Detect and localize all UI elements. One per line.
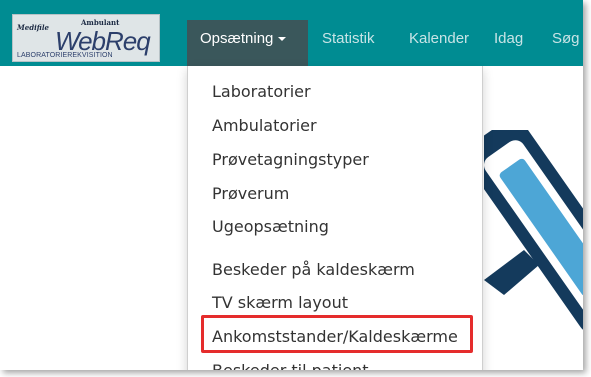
menu-item-beskeder-kaldeskaerm[interactable]: Beskeder på kaldeskærm — [212, 260, 415, 279]
nav-statistik[interactable]: Statistik — [322, 30, 375, 47]
logo-arm-shape — [484, 250, 539, 295]
top-navbar: Medifile Ambulant WebReq LABORATORIEREKV… — [0, 0, 583, 66]
caret-down-icon — [278, 37, 287, 42]
menu-item-laboratorier[interactable]: Laboratorier — [212, 82, 311, 101]
nav-kalender[interactable]: Kalender — [409, 30, 469, 47]
menu-item-proevetagningstyper[interactable]: Prøvetagningstyper — [212, 150, 369, 169]
menu-item-proeverum[interactable]: Prøverum — [212, 184, 289, 203]
menu-item-beskeder-til-patient[interactable]: Beskeder til patient — [212, 361, 369, 370]
nav-soeg[interactable]: Søg — [552, 30, 580, 47]
app-logo-graphic — [484, 130, 583, 335]
highlight-box — [201, 315, 473, 353]
nav-opsaetning-label: Opsætning — [200, 30, 274, 47]
brand-subtitle: LABORATORIEREKVISITION — [17, 52, 113, 59]
menu-item-ugeopsaetning[interactable]: Ugeopsætning — [212, 217, 329, 236]
brand-top-left: Medifile — [17, 23, 49, 32]
menu-item-tv-skaerm-layout[interactable]: TV skærm layout — [212, 293, 348, 312]
menu-item-ambulatorier[interactable]: Ambulatorier — [212, 116, 317, 135]
nav-idag[interactable]: Idag — [494, 30, 523, 47]
nav-opsaetning-dropdown[interactable]: Opsætning — [187, 20, 308, 66]
app-window: Medifile Ambulant WebReq LABORATORIEREKV… — [0, 0, 583, 370]
webreq-logo[interactable]: Medifile Ambulant WebReq LABORATORIEREKV… — [12, 14, 160, 62]
